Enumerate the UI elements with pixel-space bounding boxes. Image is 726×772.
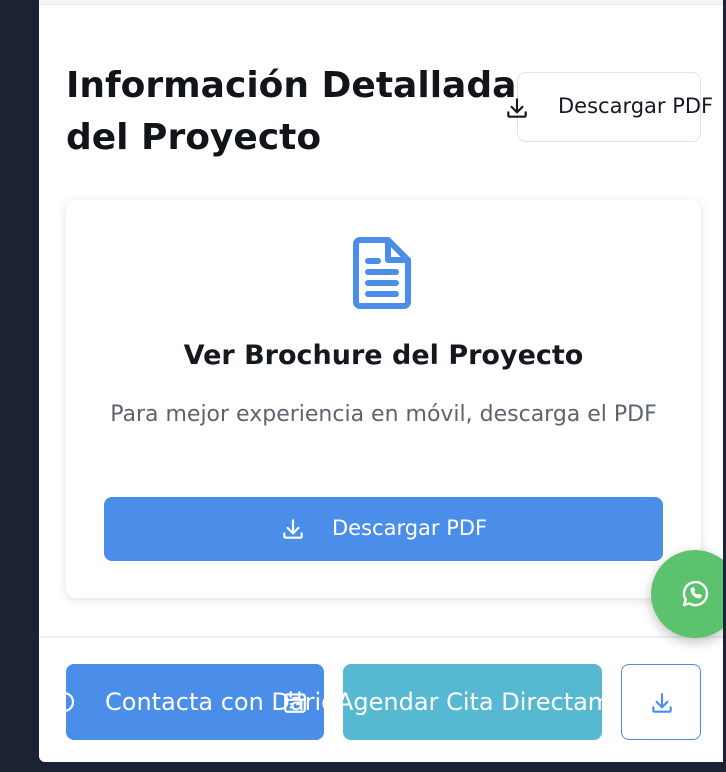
download-icon xyxy=(507,98,527,118)
schedule-appointment-button[interactable]: Agendar Cita Directamente xyxy=(343,664,602,740)
download-pdf-button-top[interactable]: Descargar PDF xyxy=(507,72,713,142)
top-divider xyxy=(39,0,723,5)
download-pdf-label: Descargar PDF xyxy=(332,516,488,540)
bottom-bar-divider xyxy=(39,636,723,638)
document-icon xyxy=(353,237,411,309)
download-icon xyxy=(283,519,303,539)
chat-icon xyxy=(66,692,75,712)
whatsapp-button[interactable] xyxy=(651,550,723,638)
download-icon xyxy=(652,693,672,713)
download-pdf-button[interactable]: Descargar PDF xyxy=(104,497,663,561)
download-pdf-label: Descargar PDF xyxy=(558,94,714,118)
schedule-label: Agendar Cita Directamente xyxy=(343,688,602,716)
project-details-panel: Información Detallada del Proyecto Desca… xyxy=(39,0,723,762)
whatsapp-icon xyxy=(682,580,709,607)
section-title: Información Detallada del Proyecto xyxy=(66,65,517,158)
download-button-small[interactable] xyxy=(621,664,701,740)
brochure-card: Ver Brochure del Proyecto Para mejor exp… xyxy=(66,200,701,598)
brochure-subtitle: Para mejor experiencia en móvil, descarg… xyxy=(110,402,657,427)
calendar-icon xyxy=(284,691,306,713)
brochure-title: Ver Brochure del Proyecto xyxy=(183,340,584,371)
